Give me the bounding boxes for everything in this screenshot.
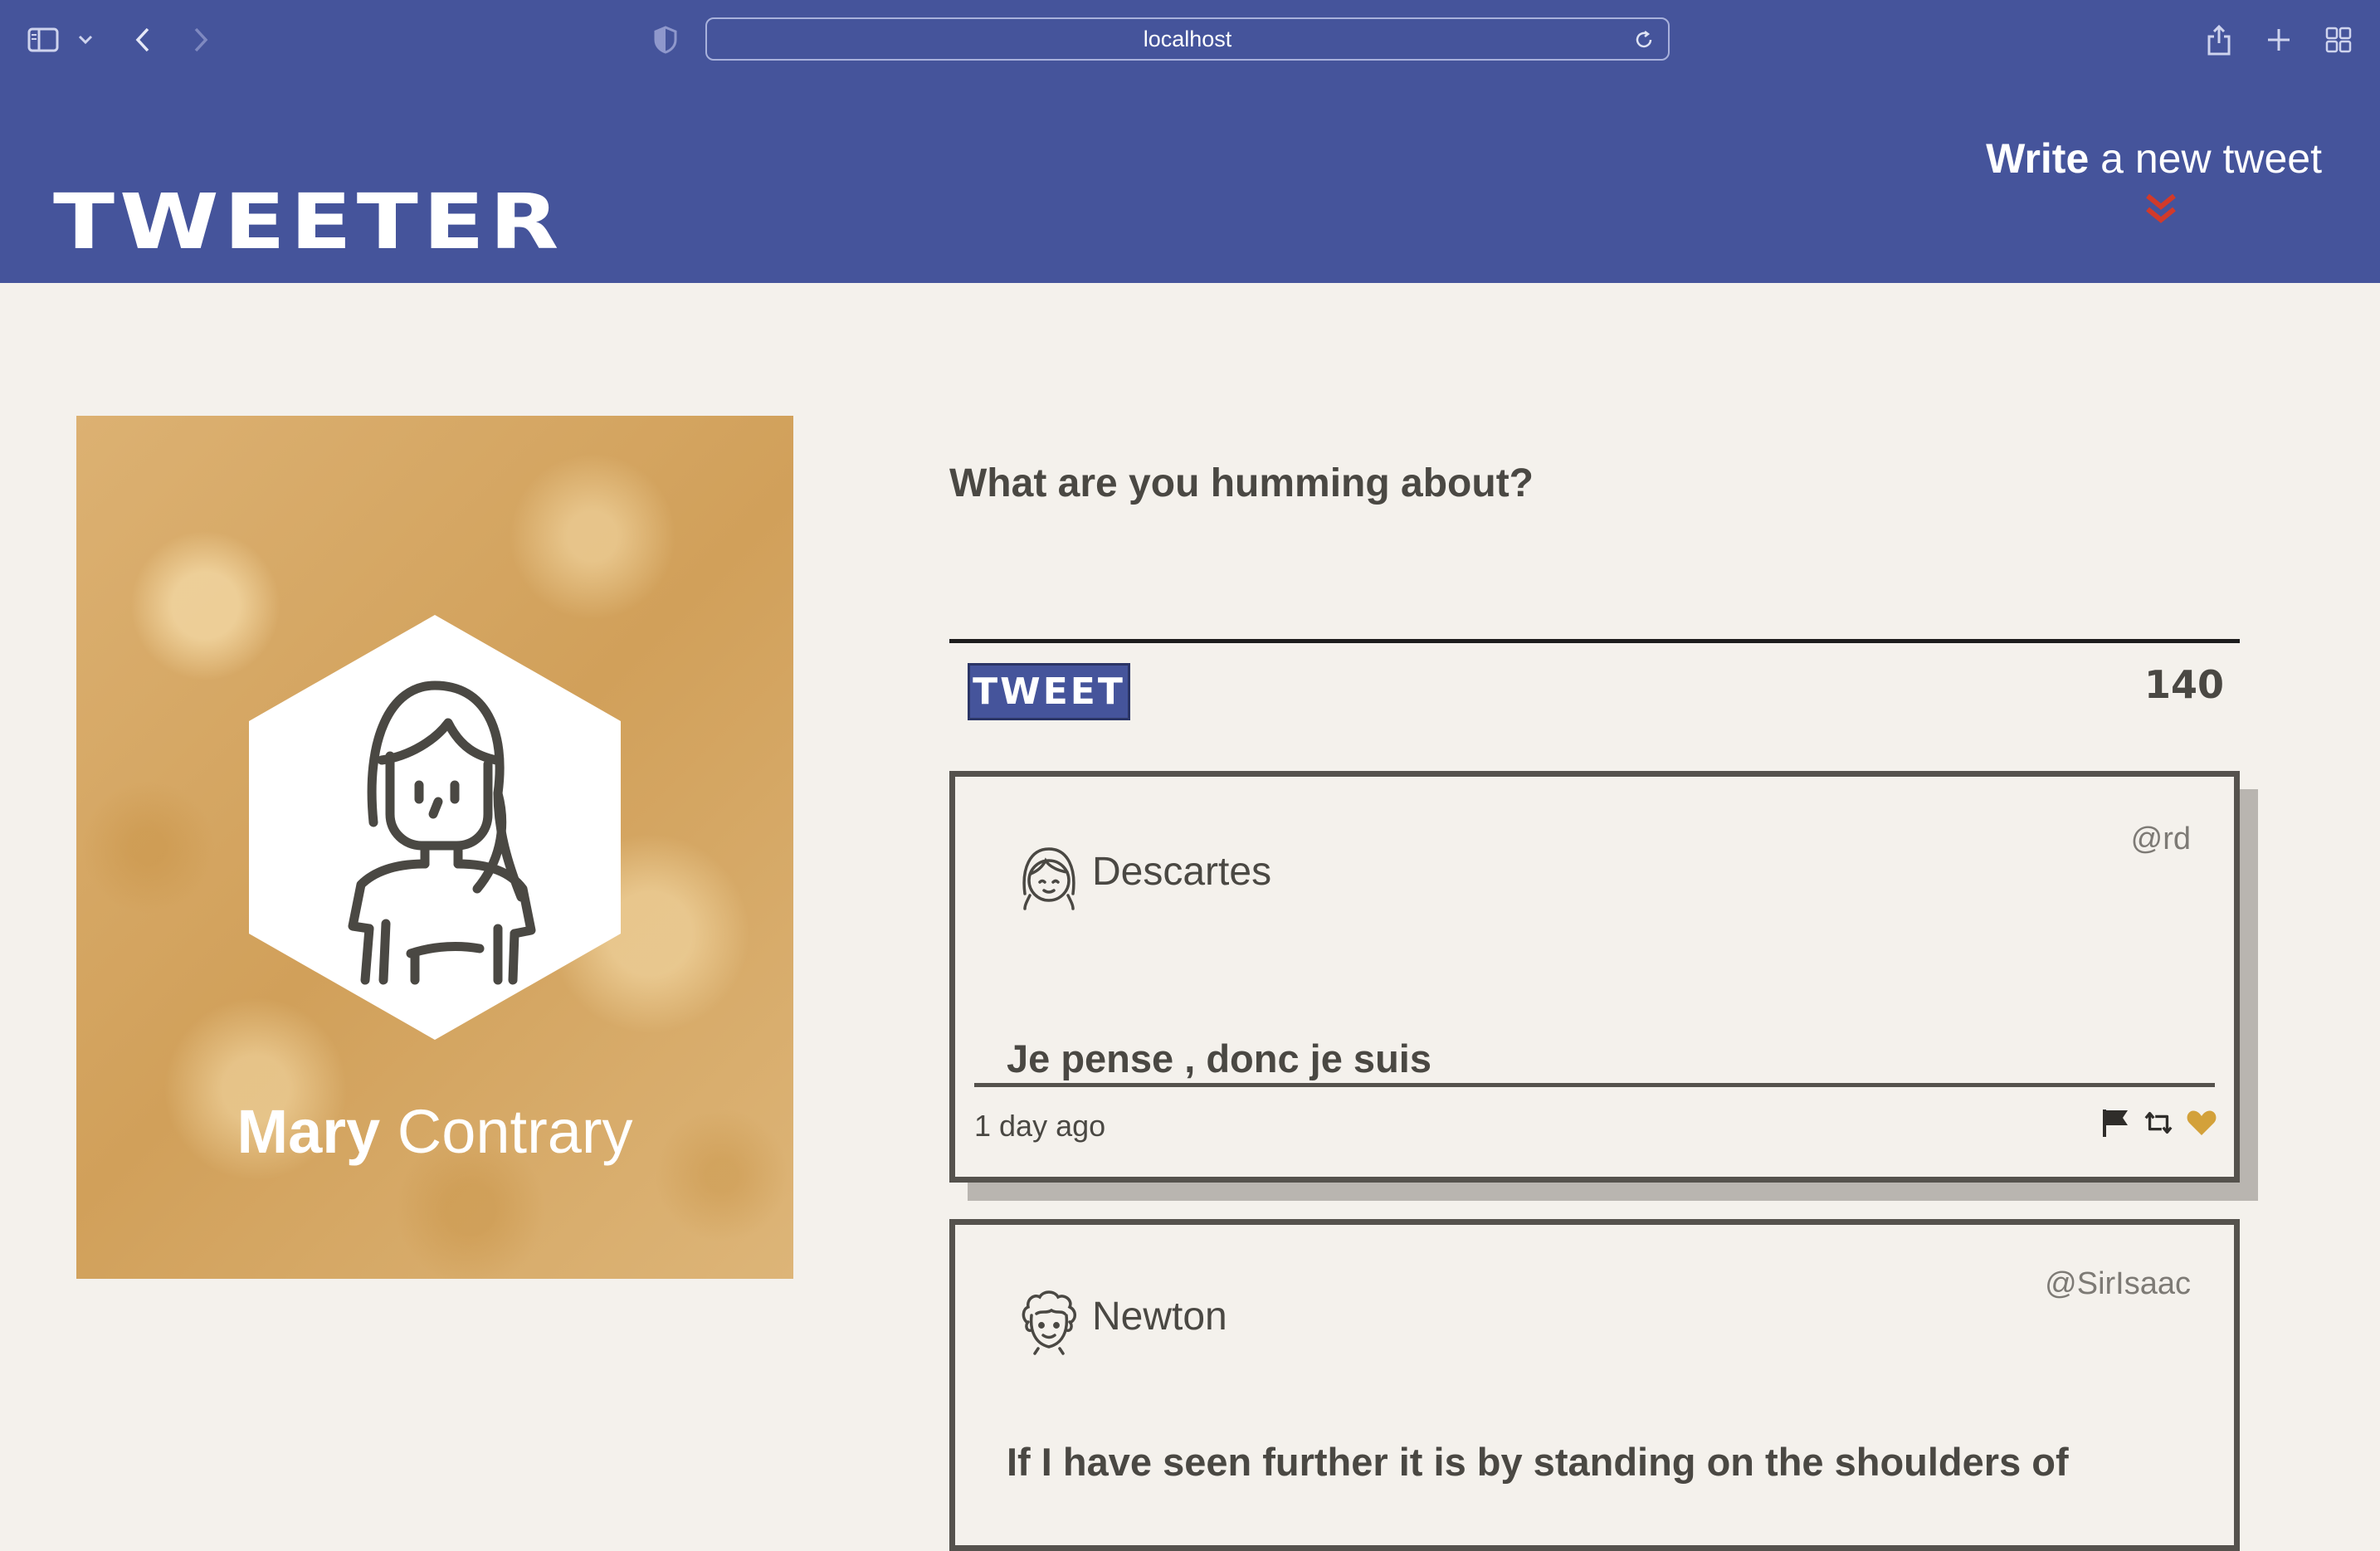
- woman-avatar-icon: [249, 615, 621, 1040]
- heart-icon[interactable]: [2186, 1107, 2217, 1139]
- compose-textarea[interactable]: What are you humming about?: [949, 461, 1534, 506]
- compose-underline: [949, 639, 2240, 643]
- character-counter: 140: [2143, 662, 2224, 707]
- tweet-actions: [2100, 1107, 2217, 1139]
- url-text: localhost: [1143, 26, 1232, 51]
- flag-icon[interactable]: [2100, 1107, 2131, 1139]
- tweet-timestamp: 1 day ago: [974, 1109, 1106, 1143]
- tweet-card: Descartes @rd Je pense , donc je suis 1 …: [949, 771, 2240, 1183]
- back-arrow-icon[interactable]: [124, 20, 161, 60]
- tweet-author-name: Descartes: [1092, 850, 1272, 894]
- double-chevron-down-icon[interactable]: [2144, 193, 2178, 226]
- tweet-author-handle: @rd: [2130, 822, 2191, 856]
- profile-name: Mary Contrary: [76, 1096, 793, 1167]
- tweet-author-name: Newton: [1092, 1295, 1227, 1339]
- app-header: TWEETER Write a new tweet: [0, 80, 2380, 283]
- app-logo[interactable]: TWEETER: [53, 178, 563, 266]
- share-icon[interactable]: [2201, 20, 2237, 60]
- profile-card: Mary Contrary: [76, 416, 793, 1279]
- tweet-author-handle: @SirIsaac: [2045, 1266, 2191, 1301]
- write-label-bold: Write: [1986, 135, 2090, 182]
- sidebar-icon[interactable]: [25, 20, 61, 60]
- address-bar[interactable]: localhost: [705, 17, 1670, 61]
- tweet-divider: [974, 1083, 2215, 1087]
- write-new-tweet-link[interactable]: Write a new tweet: [1986, 134, 2322, 183]
- plus-icon[interactable]: [2261, 20, 2297, 60]
- chevron-down-icon[interactable]: [73, 20, 98, 60]
- browser-toolbar: localhost: [0, 0, 2380, 80]
- tab-grid-icon[interactable]: [2320, 20, 2357, 60]
- profile-last-name: Contrary: [380, 1097, 633, 1166]
- tweet-card: Newton @SirIsaac If I have seen further …: [949, 1219, 2240, 1551]
- profile-first-name: Mary: [237, 1097, 381, 1166]
- retweet-icon[interactable]: [2143, 1107, 2174, 1139]
- curly-hair-avatar-icon: [1022, 1290, 1076, 1355]
- forward-arrow-icon[interactable]: [183, 20, 219, 60]
- write-label-rest: a new tweet: [2089, 135, 2322, 182]
- shield-icon: [647, 20, 684, 60]
- tweet-button[interactable]: TWEET: [968, 663, 1130, 720]
- tweet-text: Je pense , donc je suis: [1007, 1036, 1431, 1080]
- tweet-text: If I have seen further it is by standing…: [1007, 1440, 2069, 1484]
- reload-icon[interactable]: [1630, 26, 1658, 54]
- girl-avatar-icon: [1022, 847, 1075, 910]
